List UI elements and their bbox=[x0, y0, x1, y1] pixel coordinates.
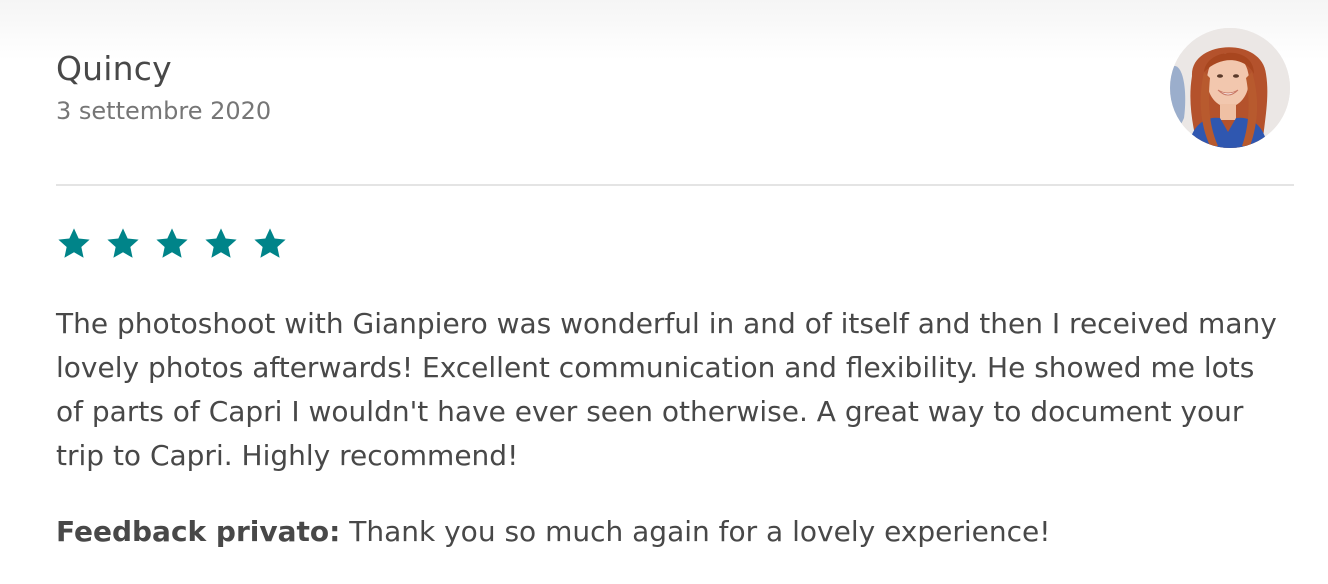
star-icon bbox=[203, 226, 239, 262]
reviewer-name[interactable]: Quincy bbox=[56, 46, 271, 92]
avatar[interactable] bbox=[1170, 28, 1290, 148]
private-feedback-label: Feedback privato: bbox=[56, 515, 341, 548]
private-feedback: Feedback privato: Thank you so much agai… bbox=[56, 510, 1286, 554]
star-icon bbox=[252, 226, 288, 262]
header-divider bbox=[56, 184, 1294, 186]
review-header: Quincy 3 settembre 2020 bbox=[56, 46, 271, 128]
star-icon bbox=[154, 226, 190, 262]
private-feedback-text: Thank you so much again for a lovely exp… bbox=[340, 515, 1051, 548]
star-icon bbox=[56, 226, 92, 262]
review-text: The photoshoot with Gianpiero was wonder… bbox=[56, 307, 1277, 472]
avatar-photo-icon bbox=[1170, 28, 1290, 148]
review-date: 3 settembre 2020 bbox=[56, 97, 272, 125]
star-icon bbox=[105, 226, 141, 262]
star-rating bbox=[56, 226, 301, 262]
